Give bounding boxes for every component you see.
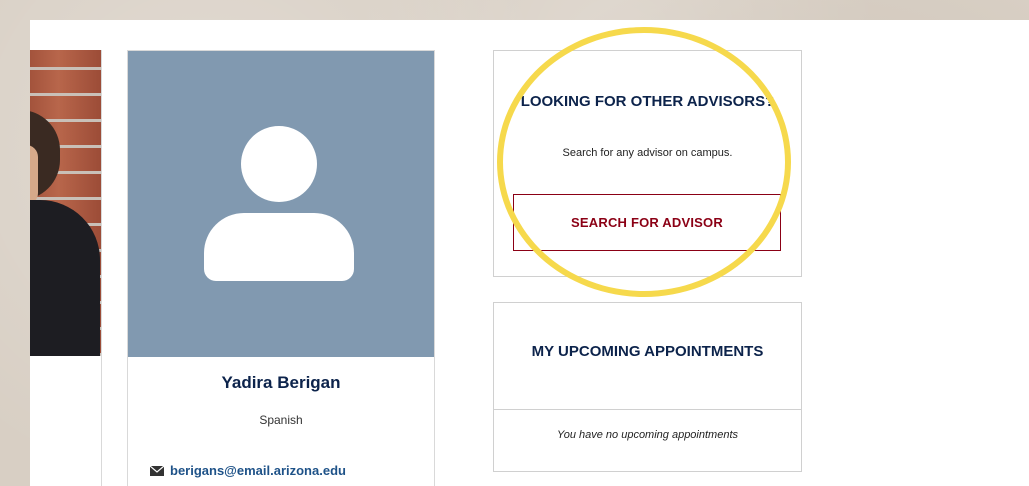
search-for-advisor-button[interactable]: SEARCH FOR ADVISOR (513, 194, 781, 251)
no-appointments-message: You have no upcoming appointments (556, 429, 739, 441)
advisor-email-link[interactable]: berigans@email.arizona.edu (150, 463, 346, 478)
other-advisors-description: Search for any advisor on campus. (562, 147, 733, 159)
upcoming-appointments-panel: MY UPCOMING APPOINTMENTS You have no upc… (493, 302, 802, 472)
advisor-email-text[interactable]: berigans@email.arizona.edu (170, 463, 346, 478)
page-content: u Yadira Berigan Spanish berigans@email.… (30, 20, 1029, 486)
advisor-photo-body (30, 200, 100, 356)
advisor-name: Yadira Berigan (221, 373, 341, 392)
panel-divider (494, 409, 801, 410)
advisor-card-partial: u (30, 50, 102, 486)
other-advisors-title: LOOKING FOR OTHER ADVISORS? (520, 93, 775, 110)
user-avatar-icon-head (241, 126, 317, 202)
upcoming-appointments-title: MY UPCOMING APPOINTMENTS (531, 343, 764, 360)
advisor-photo-face (30, 145, 38, 205)
other-advisors-panel: LOOKING FOR OTHER ADVISORS? Search for a… (493, 50, 802, 277)
envelope-icon (150, 465, 164, 476)
advisor-photo-partial (30, 50, 101, 356)
advisor-card: Yadira Berigan Spanish berigans@email.ar… (127, 50, 435, 486)
user-avatar-icon-body (204, 213, 354, 281)
advisor-photo-placeholder (128, 51, 434, 357)
advisor-language: Spanish (259, 413, 303, 427)
